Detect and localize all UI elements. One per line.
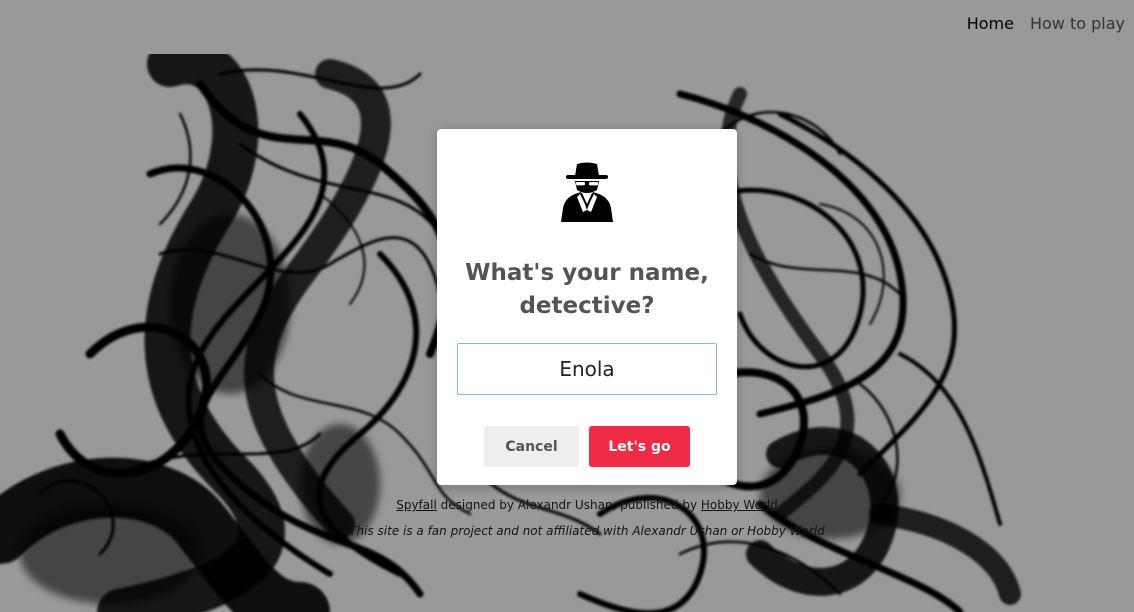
spy-icon bbox=[561, 162, 613, 222]
name-dialog: What's your name, detective? Cancel Let'… bbox=[437, 129, 737, 485]
lets-go-button[interactable]: Let's go bbox=[589, 426, 690, 467]
dialog-title: What's your name, detective? bbox=[465, 260, 709, 319]
page: Home How to play Spyfall designed by Ale… bbox=[0, 0, 1134, 612]
detective-name-input[interactable] bbox=[457, 343, 717, 395]
cancel-button[interactable]: Cancel bbox=[484, 426, 579, 467]
